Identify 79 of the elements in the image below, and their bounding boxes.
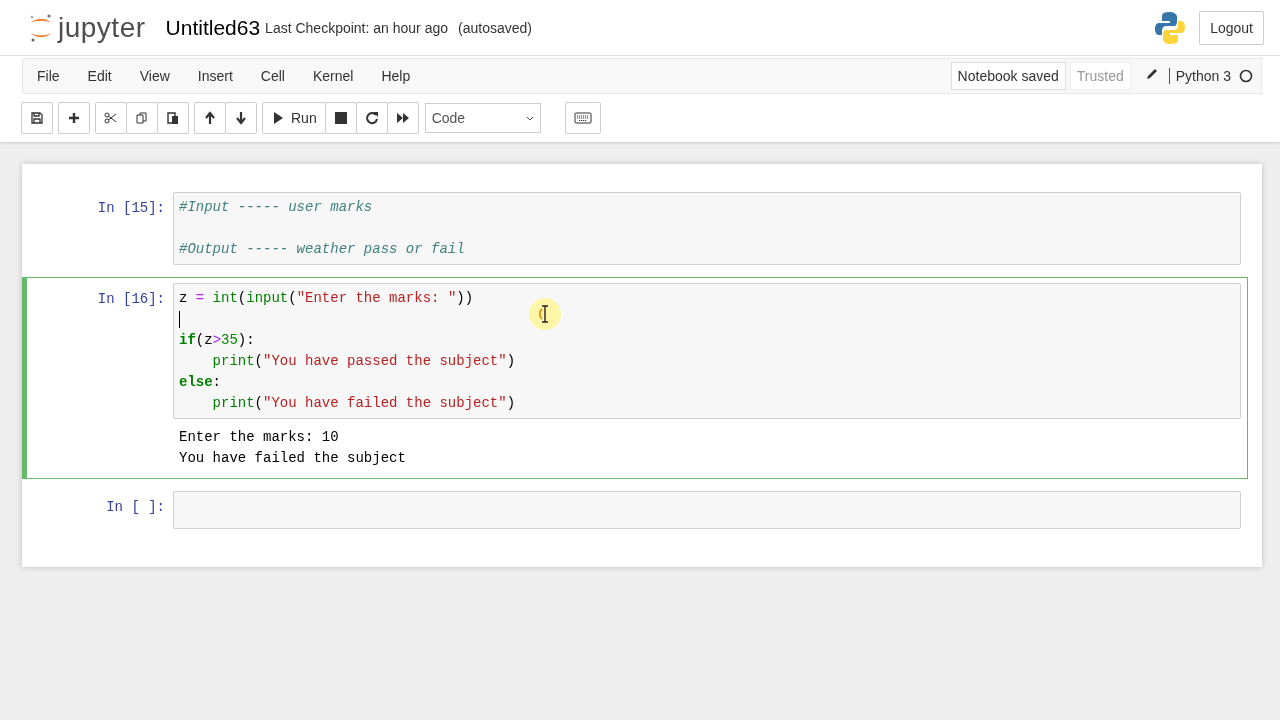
move-up-button[interactable] (194, 102, 226, 134)
pencil-icon (1144, 67, 1159, 81)
arrow-down-icon (234, 111, 248, 125)
code-token: "You have failed the subject" (263, 394, 507, 413)
code-token: print (212, 394, 255, 413)
interrupt-button[interactable] (324, 102, 357, 134)
scissors-icon (104, 111, 118, 125)
menu-item[interactable]: View (139, 68, 184, 84)
menu-item[interactable]: Edit (87, 68, 126, 84)
code-token: ( (254, 394, 263, 413)
code-token: print (212, 352, 255, 371)
code-token: : (212, 373, 221, 392)
text-cursor (179, 311, 180, 328)
code-token: ): (237, 331, 255, 350)
code-editor[interactable]: #Input ----- user marks #Output ----- weather pass or fail (173, 192, 1241, 265)
checkpoint-text: Last Checkpoint: an hour ago (265, 19, 448, 36)
code-token: #Input ----- user marks (179, 198, 373, 217)
code-token: 35 (221, 331, 238, 350)
notebook-cell[interactable]: In [16]: z = int(input("Enter the marks: ")) if(z>35): print("You have passed the subject") else: print("You have failed the subject") Enter the marks: 10 You have failed the subject (22, 277, 1248, 479)
keyboard-icon (573, 112, 592, 124)
fast-forward-icon (395, 111, 410, 125)
code-token: ( (254, 352, 263, 371)
code-token: "You have passed the subject" (263, 352, 507, 371)
menu-item[interactable]: Insert (197, 68, 247, 84)
stop-icon (333, 111, 348, 125)
autosave-status: (autosaved) (458, 19, 532, 36)
jupyter-logo-icon (28, 12, 54, 43)
run-all-button[interactable] (386, 102, 419, 134)
code-token: = (195, 289, 205, 308)
notebook-cell[interactable]: In [ ]: (22, 485, 1248, 535)
input-prompt: In [15]: (96, 199, 166, 218)
code-token: > (212, 331, 222, 350)
code-token: input (246, 289, 289, 308)
play-icon (271, 111, 285, 125)
save-icon (30, 111, 44, 125)
cell-type-dropdown[interactable]: Code (424, 103, 541, 133)
paste-button[interactable] (157, 102, 189, 134)
code-token: else (179, 373, 213, 392)
menu-item[interactable]: File (37, 68, 74, 84)
keyboard-shortcuts-button[interactable] (564, 102, 601, 134)
logout-button[interactable]: Logout (1199, 10, 1264, 45)
menu-item[interactable]: Help (381, 68, 425, 84)
output-line: You have failed the subject (179, 449, 407, 468)
kernel-name[interactable]: Python 3 (1168, 68, 1231, 84)
notebook-cell[interactable]: In [15]: #Input ----- user marks #Output ----- weather pass or fail (22, 186, 1248, 271)
code-token: )) (456, 289, 474, 308)
code-token: ) (506, 352, 516, 371)
code-token: int (211, 289, 238, 308)
clipboard-icon (166, 111, 180, 125)
notification-indicator: Notebook saved (950, 62, 1066, 90)
run-button[interactable]: Run (262, 102, 326, 134)
notebook-name[interactable]: Untitled63 (165, 15, 261, 40)
input-prompt: In [16]: (96, 290, 166, 309)
plus-icon (67, 111, 81, 125)
menu-item[interactable]: Cell (260, 68, 299, 84)
caret-icon (525, 115, 534, 121)
cut-button[interactable] (95, 102, 127, 134)
code-token: "Enter the marks: " (296, 289, 457, 308)
move-down-button[interactable] (225, 102, 257, 134)
code-token: ) (506, 394, 516, 413)
output-line: Enter the marks: 10 (179, 428, 340, 447)
code-editor[interactable]: z = int(input("Enter the marks: ")) if(z>35): print("You have passed the subject") else: print("You have failed the subject") (173, 283, 1241, 419)
arrow-up-icon (203, 111, 217, 125)
code-token: z (179, 289, 189, 308)
save-button[interactable] (21, 102, 53, 134)
restart-button[interactable] (355, 102, 388, 134)
code-token: (z (195, 331, 213, 350)
insert-cell-button[interactable] (58, 102, 90, 134)
code-token: #Output ----- weather pass or fail (179, 240, 465, 259)
input-prompt: In [ ]: (105, 498, 166, 517)
code-token: ( (288, 289, 297, 308)
logo-text: jupyter (58, 11, 146, 44)
mouse-cursor-icon (528, 297, 562, 331)
menu-item[interactable]: Kernel (312, 68, 368, 84)
copy-icon (135, 111, 149, 125)
code-token: ( (237, 289, 247, 308)
refresh-icon (364, 111, 379, 125)
python-logo-icon (1155, 10, 1186, 45)
code-token: if (179, 331, 196, 350)
